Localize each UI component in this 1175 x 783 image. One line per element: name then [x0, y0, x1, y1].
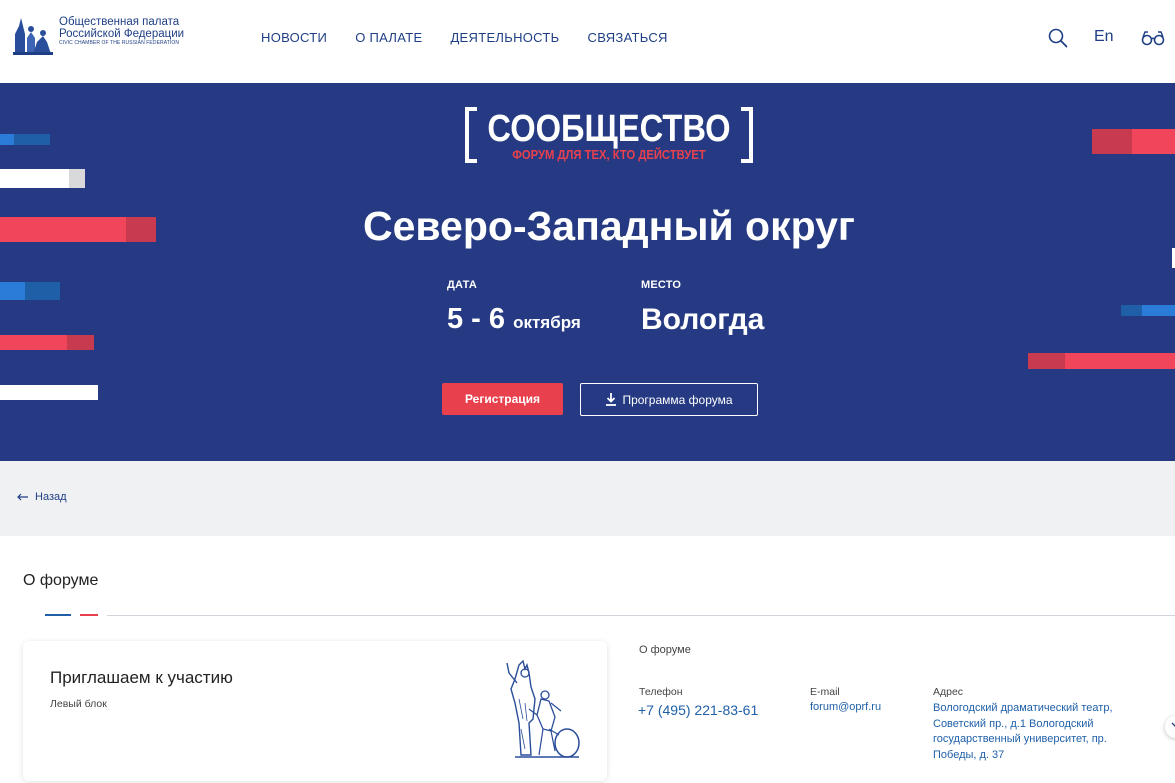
- section-accent-red: [80, 614, 98, 616]
- phone-label: Телефон: [639, 686, 683, 698]
- decor-bar: [1132, 129, 1175, 154]
- place-label: МЕСТО: [641, 279, 682, 291]
- chevron-down-icon: [1171, 722, 1175, 727]
- page-title: Северо-Западный округ: [362, 203, 856, 249]
- card-subtitle: Левый блок: [50, 698, 107, 710]
- decor-bar: [0, 335, 67, 350]
- monument-illustration-icon: [506, 659, 580, 758]
- nav-item-news[interactable]: НОВОСТИ: [261, 30, 327, 45]
- forum-brand-logo: СООБЩЕСТВО ФОРУМ ДЛЯ ТЕХ, КТО ДЕЙСТВУЕТ: [465, 107, 753, 163]
- bracket-left: [465, 107, 477, 163]
- register-button[interactable]: Регистрация: [442, 383, 563, 415]
- back-link[interactable]: Назад: [17, 491, 67, 503]
- brand-subtitle: ФОРУМ ДЛЯ ТЕХ, КТО ДЕЙСТВУЕТ: [512, 148, 706, 162]
- date-value: 5 - 6 октября: [447, 303, 581, 336]
- decor-bar: [0, 169, 69, 188]
- forum-banner: СООБЩЕСТВО ФОРУМ ДЛЯ ТЕХ, КТО ДЕЙСТВУЕТ …: [0, 83, 1175, 461]
- decor-bar: [1065, 353, 1175, 369]
- place-value: Вологда: [641, 303, 765, 336]
- card-title: Приглашаем к участию: [50, 668, 233, 687]
- scroll-down-button[interactable]: [1165, 716, 1175, 738]
- phone-link[interactable]: +7 (495) 221-83-61: [638, 702, 758, 718]
- language-switch[interactable]: En: [1094, 28, 1114, 46]
- back-label: Назад: [35, 491, 67, 503]
- logo-line-1: Общественная палата: [59, 16, 180, 28]
- email-link[interactable]: forum@oprf.ru: [810, 701, 881, 713]
- logo-line-3: CIVIC CHAMBER OF THE RUSSIAN FEDERATION: [59, 40, 180, 46]
- address-label: Адрес: [933, 686, 964, 698]
- search-icon[interactable]: [1048, 28, 1068, 48]
- section-divider: [107, 615, 1175, 616]
- logo[interactable]: Общественная палата Российской Федерации…: [11, 16, 184, 56]
- bracket-right: [741, 107, 753, 163]
- brand-title: СООБЩЕСТВО: [487, 108, 731, 150]
- decor-bar: [0, 134, 14, 145]
- main-nav: НОВОСТИ О ПАЛАТЕ ДЕЯТЕЛЬНОСТЬ СВЯЗАТЬСЯ: [261, 30, 668, 45]
- about-label: О форуме: [639, 644, 691, 656]
- logo-line-2: Российской Федерации: [59, 28, 185, 40]
- decor-bar: [0, 385, 98, 400]
- invite-card: Приглашаем к участию Левый блок: [23, 641, 607, 781]
- site-header: Общественная палата Российской Федерации…: [0, 0, 1175, 83]
- nav-item-contact[interactable]: СВЯЗАТЬСЯ: [588, 30, 668, 45]
- program-button-label: Программа форума: [622, 392, 733, 407]
- section-title: О форуме: [23, 572, 99, 589]
- section-accent-blue: [45, 614, 71, 616]
- date-label: ДАТА: [447, 279, 478, 291]
- back-strip: Назад: [0, 461, 1175, 536]
- email-label: E-mail: [810, 686, 840, 698]
- arrow-left-icon: [17, 493, 28, 501]
- address-link[interactable]: Вологодский драматический театр, Советск…: [933, 701, 1128, 763]
- date-month: октября: [513, 313, 581, 332]
- program-download-button[interactable]: Программа форума: [580, 383, 758, 416]
- nav-item-activity[interactable]: ДЕЯТЕЛЬНОСТЬ: [450, 30, 559, 45]
- nav-item-about[interactable]: О ПАЛАТЕ: [355, 30, 422, 45]
- glasses-icon[interactable]: [1141, 30, 1165, 46]
- date-days: 5 - 6: [447, 303, 506, 335]
- decor-bar: [0, 282, 25, 300]
- chamber-emblem-icon: [11, 16, 55, 56]
- download-icon: [606, 393, 617, 406]
- decor-bar: [1142, 305, 1175, 316]
